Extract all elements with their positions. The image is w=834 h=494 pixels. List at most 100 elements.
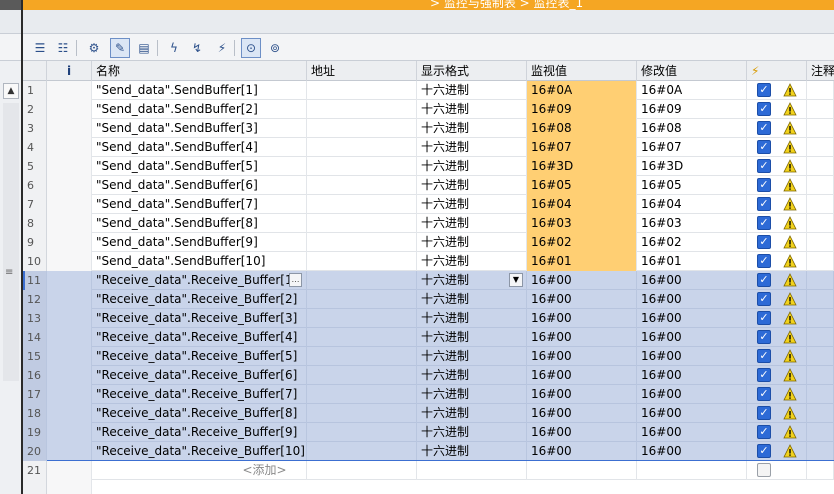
table-row[interactable]: 9 "Send_data".SendBuffer[9] 十六进制 16#02 16#02… [23,233,834,252]
display-format-cell[interactable]: 十六进制 [417,423,527,442]
comment-cell[interactable] [807,442,834,461]
address-cell[interactable] [307,176,417,195]
address-cell[interactable] [307,119,417,138]
row-number[interactable]: 2 [23,100,47,119]
table-row[interactable]: 2 "Send_data".SendBuffer[2] 十六进制 16#09 16#09… [23,100,834,119]
display-format-cell[interactable]: 十六进制 [417,328,527,347]
modify-checkbox[interactable]: ✓ [757,197,771,211]
add-row-icon[interactable]: ☷ [53,38,73,58]
modify-value-cell[interactable]: 16#00 [637,423,747,442]
tag-name-cell[interactable]: "Receive_data".Receive_Buffer[4] [92,328,307,347]
header-modify-value[interactable]: 修改值 [637,61,747,81]
comment-cell[interactable] [807,290,834,309]
modify-checkbox[interactable] [757,463,771,477]
modify-checkbox[interactable]: ✓ [757,102,771,116]
monitor-once-icon[interactable]: ⊚ [265,38,285,58]
comment-cell[interactable] [807,176,834,195]
row-number[interactable]: 16 [23,366,47,385]
tag-name-cell[interactable]: "Receive_data".Receive_Buffer[9] [92,423,307,442]
show-modify-column-icon[interactable]: ✎ [110,38,130,58]
display-format-cell[interactable]: 十六进制 [417,290,527,309]
row-number[interactable]: 1 [23,81,47,100]
comment-cell[interactable] [807,366,834,385]
display-format-cell[interactable]: 十六进制 [417,233,527,252]
table-row[interactable]: 15 "Receive_data".Receive_Buffer[5] 十六进制 16… [23,347,834,366]
header-comment[interactable]: 注释 [807,61,834,81]
modify-checkbox[interactable]: ✓ [757,273,771,287]
table-row[interactable]: 5 "Send_data".SendBuffer[5] 十六进制 16#3D 16#3D… [23,157,834,176]
show-extended-mode-icon[interactable]: ▤ [134,38,154,58]
header-monitor-value[interactable]: 监视值 [527,61,637,81]
row-number[interactable]: 15 [23,347,47,366]
tag-name-cell[interactable]: "Send_data".SendBuffer[9] [92,233,307,252]
tag-name-cell[interactable]: "Send_data".SendBuffer[6] [92,176,307,195]
comment-cell[interactable] [807,195,834,214]
address-cell[interactable] [307,309,417,328]
display-format-cell[interactable]: 十六进制 [417,100,527,119]
modify-checkbox[interactable]: ✓ [757,311,771,325]
display-format-cell[interactable]: 十六进制 [417,214,527,233]
row-number[interactable]: 3 [23,119,47,138]
comment-cell[interactable] [807,271,834,290]
address-cell[interactable] [307,100,417,119]
modify-checkbox[interactable]: ✓ [757,254,771,268]
row-number[interactable]: 6 [23,176,47,195]
comment-cell[interactable] [807,119,834,138]
left-scroll-track[interactable] [3,103,19,381]
row-number[interactable]: 8 [23,214,47,233]
grip-icon[interactable]: ≡ [5,267,13,278]
modify-value-cell[interactable]: 16#00 [637,309,747,328]
display-format-cell[interactable]: 十六进制 [417,119,527,138]
insert-row-icon[interactable]: ☰ [30,38,50,58]
modify-checkbox[interactable]: ✓ [757,387,771,401]
force-icon[interactable]: ⚡ [212,38,232,58]
row-number[interactable]: 12 [23,290,47,309]
row-number[interactable]: 4 [23,138,47,157]
display-format-cell[interactable]: 十六进制 [417,442,527,461]
comment-cell[interactable] [807,423,834,442]
display-format-cell[interactable]: 十六进制 [417,404,527,423]
modify-value-cell[interactable]: 16#00 [637,442,747,461]
modify-value-cell[interactable]: 16#02 [637,233,747,252]
comment-cell[interactable] [807,309,834,328]
row-number[interactable]: 17 [23,385,47,404]
address-cell[interactable] [307,157,417,176]
table-row[interactable]: 10 "Send_data".SendBuffer[10] 十六进制 16#01 16#… [23,252,834,271]
tag-name-cell[interactable]: "Receive_data".Receive_Buffer[3] [92,309,307,328]
comment-cell[interactable] [807,138,834,157]
header-name[interactable]: 名称 [92,61,307,81]
address-cell[interactable] [307,214,417,233]
modify-value-cell[interactable]: 16#00 [637,385,747,404]
table-row[interactable]: 20 "Receive_data".Receive_Buffer[10] 十六进制 1… [23,442,834,461]
modify-checkbox[interactable]: ✓ [757,159,771,173]
header-display-format[interactable]: 显示格式 [417,61,527,81]
display-format-cell[interactable] [417,461,527,480]
comment-cell[interactable] [807,100,834,119]
tag-name-cell[interactable]: "Receive_data".Receive_Buffer[7] [92,385,307,404]
tag-name-cell[interactable]: "Receive_data".Receive_Buffer[2] [92,290,307,309]
tag-name-cell[interactable]: "Receive_data".Receive_Buffer[1]… [92,271,307,290]
tag-name-cell[interactable]: "Receive_data".Receive_Buffer[6] [92,366,307,385]
modify-value-cell[interactable]: 16#08 [637,119,747,138]
row-number[interactable]: 14 [23,328,47,347]
modify-checkbox[interactable]: ✓ [757,140,771,154]
comment-cell[interactable] [807,328,834,347]
tag-name-cell[interactable]: "Send_data".SendBuffer[10] [92,252,307,271]
modify-checkbox[interactable]: ✓ [757,83,771,97]
display-format-cell[interactable]: 十六进制 [417,81,527,100]
modify-value-cell[interactable]: 16#00 [637,328,747,347]
modify-checkbox[interactable]: ✓ [757,178,771,192]
comment-cell[interactable] [807,461,834,480]
address-cell[interactable] [307,442,417,461]
address-cell[interactable] [307,138,417,157]
table-row[interactable]: 6 "Send_data".SendBuffer[6] 十六进制 16#05 16#05… [23,176,834,195]
row-number[interactable]: 20 [23,442,47,461]
address-cell[interactable] [307,347,417,366]
comment-cell[interactable] [807,157,834,176]
modify-value-cell[interactable]: 16#07 [637,138,747,157]
row-number[interactable]: 9 [23,233,47,252]
modify-value-cell[interactable]: 16#0A [637,81,747,100]
table-row[interactable]: 13 "Receive_data".Receive_Buffer[3] 十六进制 16… [23,309,834,328]
modify-checkbox[interactable]: ✓ [757,368,771,382]
add-new-tag-cell[interactable]: <添加> [223,461,307,480]
